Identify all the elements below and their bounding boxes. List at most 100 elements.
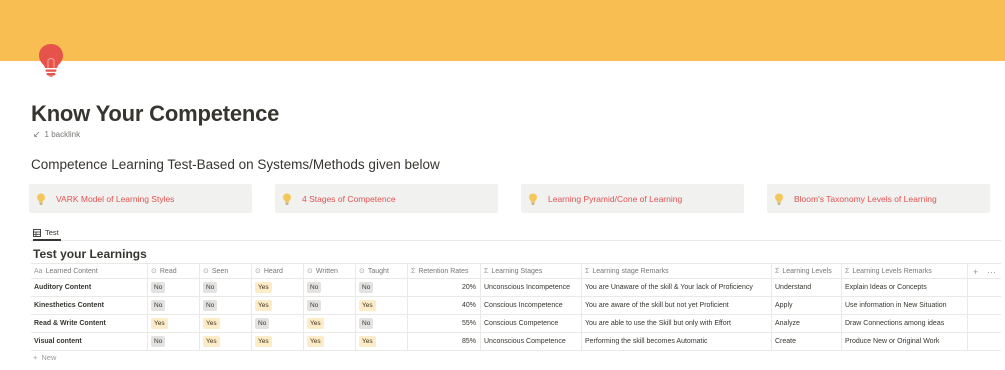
cell-learning-stage[interactable]: Unconscious Competence <box>481 333 582 350</box>
callout-link-blooms-taxonomy[interactable]: Bloom's Taxonomy Levels of Learning <box>794 194 937 204</box>
callout-learning-pyramid: Learning Pyramid/Cone of Learning <box>521 184 744 213</box>
table-row[interactable]: Kinesthetics Content No No Yes No Yes 40… <box>31 297 1001 315</box>
cell-learned-content[interactable]: Kinesthetics Content <box>31 297 148 314</box>
cell-heard[interactable]: Yes <box>252 279 304 296</box>
column-label: Retention Rates <box>418 267 469 275</box>
cell-read[interactable]: No <box>148 297 200 314</box>
column-header-seen[interactable]: ⊙ Seen <box>200 264 252 278</box>
cell-learning-level[interactable]: Apply <box>772 297 842 314</box>
select-tag: Yes <box>203 318 220 329</box>
cell-taught[interactable]: No <box>356 315 408 332</box>
more-options-button[interactable]: ··· <box>987 264 996 280</box>
select-tag: Yes <box>307 318 324 329</box>
column-header-retention-rates[interactable]: Σ Retention Rates <box>408 264 481 278</box>
formula-property-icon: Σ <box>585 267 590 275</box>
column-header-learning-levels-remarks[interactable]: Σ Learning Levels Remarks <box>842 264 968 278</box>
add-property-button[interactable]: + <box>973 264 978 280</box>
cell-learning-level-remark[interactable]: Draw Connections among ideas <box>842 315 968 332</box>
formula-property-icon: Σ <box>484 267 489 275</box>
cell-taught[interactable]: Yes <box>356 297 408 314</box>
cell-written[interactable]: Yes <box>304 315 356 332</box>
select-tag: No <box>359 318 374 329</box>
cell-learning-stage-remark[interactable]: You are Unaware of the skill & Your lack… <box>582 279 772 296</box>
cell-learned-content[interactable]: Read & Write Content <box>31 315 148 332</box>
table-row[interactable]: Visual content No Yes Yes Yes Yes 85% Un… <box>31 333 1001 351</box>
column-label: Read <box>159 267 177 275</box>
column-header-heard[interactable]: ⊙ Heard <box>252 264 304 278</box>
cell-learning-stage-remark[interactable]: You are able to use the Skill but only w… <box>582 315 772 332</box>
column-label: Written <box>315 267 338 275</box>
column-label: Learned Content <box>45 267 98 275</box>
table-icon <box>33 228 41 237</box>
callout-link-competence-stages[interactable]: 4 Stages of Competence <box>302 194 396 204</box>
cell-learning-stage[interactable]: Conscious Competence <box>481 315 582 332</box>
cell-retention-rate[interactable]: 40% <box>408 297 481 314</box>
backlink-arrow-icon: ↙ <box>33 129 41 139</box>
callout-link-vark[interactable]: VARK Model of Learning Styles <box>56 194 174 204</box>
select-property-icon: ⊙ <box>151 268 157 275</box>
callout-competence-stages: 4 Stages of Competence <box>275 184 498 213</box>
select-property-icon: ⊙ <box>203 268 209 275</box>
column-header-learned-content[interactable]: Aa Learned Content <box>31 264 148 278</box>
cell-retention-rate[interactable]: 55% <box>408 315 481 332</box>
cell-learned-content[interactable]: Auditory Content <box>31 279 148 296</box>
cell-seen[interactable]: No <box>200 279 252 296</box>
select-tag: Yes <box>359 300 376 311</box>
database-title[interactable]: Test your Learnings <box>33 247 147 261</box>
select-tag: Yes <box>255 336 272 347</box>
select-property-icon: ⊙ <box>359 268 365 275</box>
cell-learning-level[interactable]: Create <box>772 333 842 350</box>
cell-taught[interactable]: Yes <box>356 333 408 350</box>
page-title[interactable]: Know Your Competence <box>31 101 279 127</box>
lightbulb-icon[interactable] <box>36 42 66 78</box>
column-header-taught[interactable]: ⊙ Taught <box>356 264 408 278</box>
cell-learning-level-remark[interactable]: Explain Ideas or Concepts <box>842 279 968 296</box>
table-row[interactable]: Auditory Content No No Yes No No 20% Unc… <box>31 279 1001 297</box>
cell-read[interactable]: No <box>148 279 200 296</box>
cell-written[interactable]: No <box>304 297 356 314</box>
cell-written[interactable]: Yes <box>304 333 356 350</box>
select-tag: Yes <box>203 336 220 347</box>
cell-learning-stage[interactable]: Conscious Incompetence <box>481 297 582 314</box>
backlink-button[interactable]: ↙ 1 backlink <box>33 129 80 140</box>
select-tag: No <box>151 336 166 347</box>
cell-seen[interactable]: No <box>200 297 252 314</box>
cell-taught[interactable]: No <box>356 279 408 296</box>
cell-read[interactable]: Yes <box>148 315 200 332</box>
page-cover[interactable] <box>0 0 1005 61</box>
cell-learning-stage-remark[interactable]: You are aware of the skill but not yet P… <box>582 297 772 314</box>
tab-test[interactable]: Test <box>33 226 61 241</box>
cell-seen[interactable]: Yes <box>200 315 252 332</box>
cell-learned-content[interactable]: Visual content <box>31 333 148 350</box>
database-view-tabs: Test <box>31 224 1001 241</box>
cell-learning-level-remark[interactable]: Use information in New Situation <box>842 297 968 314</box>
select-tag: Yes <box>255 300 272 311</box>
cell-learning-level[interactable]: Analyze <box>772 315 842 332</box>
column-label: Taught <box>367 267 389 275</box>
column-header-read[interactable]: ⊙ Read <box>148 264 200 278</box>
cell-written[interactable]: No <box>304 279 356 296</box>
cell-heard[interactable]: Yes <box>252 297 304 314</box>
cell-heard[interactable]: No <box>252 315 304 332</box>
column-header-learning-levels[interactable]: Σ Learning Levels <box>772 264 842 278</box>
cell-retention-rate[interactable]: 20% <box>408 279 481 296</box>
table-row[interactable]: Read & Write Content Yes Yes No Yes No 5… <box>31 315 1001 333</box>
cell-learning-level[interactable]: Understand <box>772 279 842 296</box>
section-heading: Competence Learning Test-Based on System… <box>31 157 440 172</box>
cell-learning-stage[interactable]: Unconscious Incompetence <box>481 279 582 296</box>
cell-learning-level-remark[interactable]: Produce New or Original Work <box>842 333 968 350</box>
database-table: Aa Learned Content ⊙ Read ⊙ Seen ⊙ Heard ⊙ Wr… <box>31 263 1001 351</box>
new-row-button[interactable]: + New <box>33 353 56 362</box>
cell-retention-rate[interactable]: 85% <box>408 333 481 350</box>
formula-property-icon: Σ <box>411 267 416 275</box>
column-header-learning-stage-remarks[interactable]: Σ Learning stage Remarks <box>582 264 772 278</box>
cell-seen[interactable]: Yes <box>200 333 252 350</box>
cell-read[interactable]: No <box>148 333 200 350</box>
select-tag: No <box>203 300 218 311</box>
column-header-learning-stages[interactable]: Σ Learning Stages <box>481 264 582 278</box>
cell-heard[interactable]: Yes <box>252 333 304 350</box>
title-property-icon: Aa <box>34 267 43 275</box>
callout-link-learning-pyramid[interactable]: Learning Pyramid/Cone of Learning <box>548 194 682 204</box>
cell-learning-stage-remark[interactable]: Performing the skill becomes Automatic <box>582 333 772 350</box>
column-header-written[interactable]: ⊙ Written <box>304 264 356 278</box>
